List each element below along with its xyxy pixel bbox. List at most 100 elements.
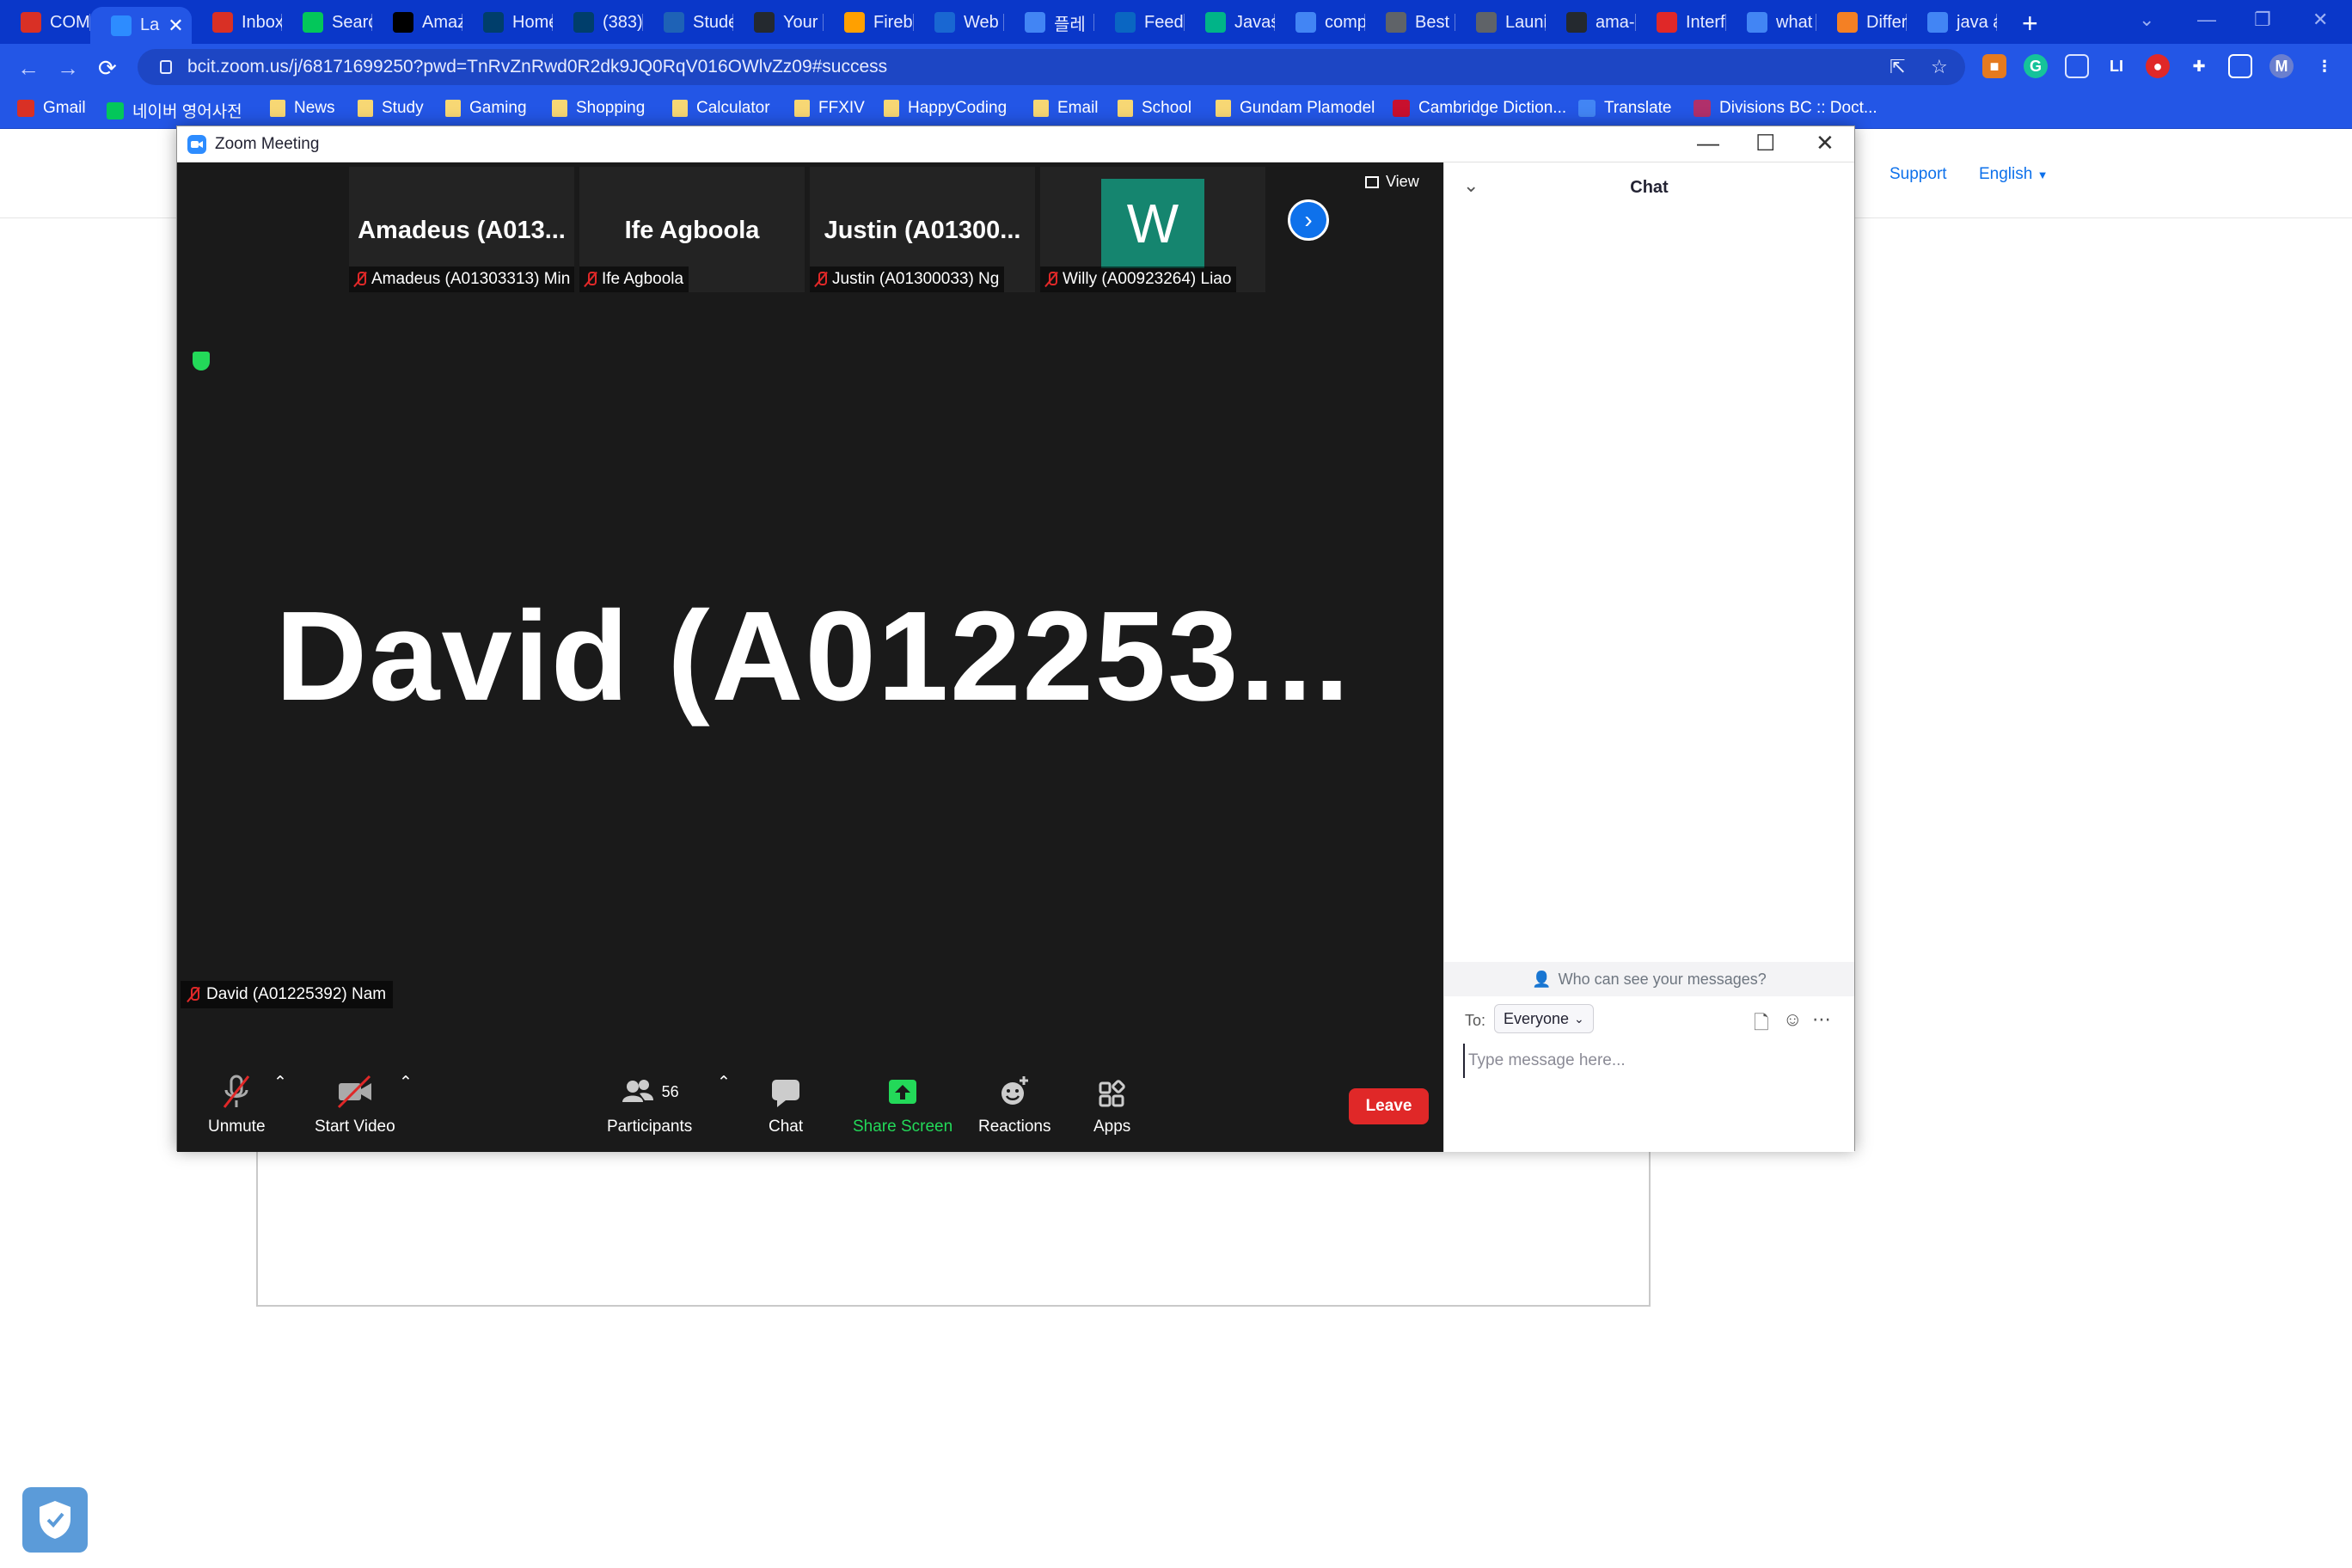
participants-options-caret-icon[interactable]: ⌃: [717, 1073, 731, 1093]
browser-tab[interactable]: Interf: [1636, 7, 1726, 38]
browser-tab[interactable]: Fireb: [824, 7, 914, 38]
browser-tab[interactable]: ama-: [1546, 7, 1636, 38]
video-options-caret-icon[interactable]: ⌃: [399, 1073, 413, 1093]
zoom-close-button[interactable]: ✕: [1816, 130, 1834, 156]
linkedin-extension-icon[interactable]: LI: [2104, 54, 2128, 78]
more-options-icon[interactable]: ⋯: [1812, 1008, 1831, 1031]
chevron-down-icon[interactable]: ⌄: [1463, 175, 1479, 197]
bookmark-item[interactable]: Calculator: [672, 99, 770, 118]
support-link[interactable]: Support: [1890, 165, 1947, 184]
share-screen-button[interactable]: Share Screen: [853, 1073, 952, 1136]
bookmark-item[interactable]: Shopping: [552, 99, 645, 118]
view-button[interactable]: View: [1365, 173, 1419, 191]
zoom-logo-icon: [187, 134, 206, 154]
leave-button[interactable]: Leave: [1349, 1088, 1429, 1124]
participants-button[interactable]: 56 Participants: [607, 1073, 692, 1136]
who-can-see-link[interactable]: 👤 Who can see your messages?: [1444, 962, 1854, 996]
browser-tab[interactable]: COMI: [0, 7, 90, 38]
bookmark-item[interactable]: School: [1118, 99, 1191, 118]
zoom-maximize-button[interactable]: ☐: [1755, 130, 1775, 156]
restore-window-button[interactable]: ❐: [2254, 9, 2271, 31]
browser-tab[interactable]: Amaz: [372, 7, 462, 38]
bookmark-item[interactable]: Divisions BC :: Doct...: [1694, 99, 1877, 118]
browser-menu-icon[interactable]: ⋮: [2312, 54, 2337, 78]
bookmark-label: Gaming: [469, 99, 527, 117]
bookmark-item[interactable]: News: [270, 99, 335, 118]
browser-tab[interactable]: Javas: [1185, 7, 1275, 38]
browser-tab[interactable]: Web: [914, 7, 1004, 38]
bookmark-item[interactable]: Gundam Plamodel: [1216, 99, 1375, 118]
start-video-button[interactable]: Start Video: [315, 1073, 395, 1136]
bookmark-item[interactable]: Gaming: [445, 99, 527, 118]
tab-search-icon[interactable]: ⌄: [2139, 9, 2154, 31]
profile-avatar[interactable]: M: [2269, 54, 2294, 78]
recipient-dropdown[interactable]: Everyone ⌄: [1494, 1004, 1594, 1033]
zoom-minimize-button[interactable]: —: [1697, 130, 1719, 156]
message-input[interactable]: [1463, 1044, 1833, 1078]
extension-icon[interactable]: ■: [1982, 54, 2006, 78]
browser-tab[interactable]: java a: [1907, 7, 1997, 38]
microphone-muted-icon: [219, 1073, 254, 1111]
browser-tab[interactable]: Home: [462, 7, 553, 38]
address-bar[interactable]: bcit.zoom.us/j/68171699250?pwd=TnRvZnRwd…: [138, 49, 1965, 85]
side-panel-icon[interactable]: [2228, 54, 2252, 78]
bookmark-item[interactable]: Translate: [1578, 99, 1672, 118]
browser-tab[interactable]: Feed: [1094, 7, 1185, 38]
record-extension-icon[interactable]: ●: [2146, 54, 2170, 78]
folder-icon: [1033, 100, 1049, 117]
browser-tab[interactable]: Best: [1365, 7, 1455, 38]
bookmark-item[interactable]: Cambridge Diction...: [1393, 99, 1566, 118]
security-shield-icon[interactable]: [22, 1487, 88, 1553]
participant-thumbnail[interactable]: Amadeus (A013... Amadeus (A01303313) Min: [349, 167, 574, 292]
new-tab-button[interactable]: +: [2022, 8, 2038, 40]
close-tab-icon[interactable]: ✕: [168, 15, 183, 37]
language-selector[interactable]: English ▼: [1979, 165, 2048, 184]
extension-icon[interactable]: [2065, 54, 2089, 78]
chat-button[interactable]: Chat: [769, 1073, 803, 1136]
participant-thumbnail[interactable]: W Willy (A00923264) Liao: [1040, 167, 1265, 292]
bookmark-item[interactable]: FFXIV: [794, 99, 865, 118]
tab-title: Fireb: [873, 12, 913, 32]
bookmark-item[interactable]: Email: [1033, 99, 1099, 118]
reactions-button[interactable]: Reactions: [978, 1073, 1051, 1136]
file-icon[interactable]: 🗋: [1754, 1008, 1769, 1041]
bookmark-star-icon[interactable]: ☆: [1931, 56, 1948, 78]
browser-tab[interactable]: (383): [553, 7, 643, 38]
extensions-puzzle-icon[interactable]: ✚: [2187, 54, 2211, 78]
unmute-button[interactable]: Unmute: [208, 1073, 266, 1136]
next-page-button[interactable]: ›: [1288, 199, 1329, 241]
participant-name-label: Ife Agboola: [579, 266, 689, 292]
reload-button[interactable]: ⟳: [98, 55, 117, 82]
browser-tab[interactable]: La ✕: [90, 7, 192, 44]
browser-tab[interactable]: Stude: [643, 7, 733, 38]
tab-title: Interf: [1686, 12, 1725, 32]
browser-tab[interactable]: Your: [733, 7, 824, 38]
bookmark-item[interactable]: HappyCoding: [884, 99, 1007, 118]
browser-tab[interactable]: Launi: [1455, 7, 1546, 38]
bookmark-item[interactable]: 네이버 영어사전: [107, 99, 242, 122]
minimize-window-button[interactable]: —: [2197, 9, 2216, 31]
recipient-value: Everyone: [1504, 1009, 1570, 1027]
browser-tab[interactable]: 플레: [1004, 7, 1094, 38]
browser-tab[interactable]: what: [1726, 7, 1816, 38]
share-icon[interactable]: ⇱: [1890, 56, 1905, 78]
bookmark-item[interactable]: Study: [358, 99, 424, 118]
participant-thumbnail[interactable]: Justin (A01300... Justin (A01300033) Ng: [810, 167, 1035, 292]
grammarly-extension-icon[interactable]: G: [2024, 54, 2048, 78]
forward-button[interactable]: →: [57, 55, 79, 82]
audio-options-caret-icon[interactable]: ⌃: [273, 1073, 287, 1093]
browser-tab[interactable]: Searc: [282, 7, 372, 38]
bookmark-item[interactable]: Gmail: [17, 99, 86, 118]
apps-button[interactable]: Apps: [1093, 1073, 1130, 1136]
participant-thumbnail[interactable]: Ife Agboola Ife Agboola: [579, 167, 805, 292]
github-icon: [1566, 12, 1587, 33]
bookmark-label: Divisions BC :: Doct...: [1719, 99, 1877, 117]
emoji-icon[interactable]: ☺: [1783, 1008, 1802, 1031]
browser-tab[interactable]: comp: [1275, 7, 1365, 38]
browser-tab[interactable]: Differ: [1816, 7, 1907, 38]
back-button[interactable]: ←: [17, 55, 40, 82]
encryption-shield-icon[interactable]: [193, 352, 210, 371]
close-window-button[interactable]: ✕: [2312, 9, 2328, 31]
share-screen-icon: [887, 1073, 918, 1111]
browser-tab[interactable]: Inbox: [192, 7, 282, 38]
